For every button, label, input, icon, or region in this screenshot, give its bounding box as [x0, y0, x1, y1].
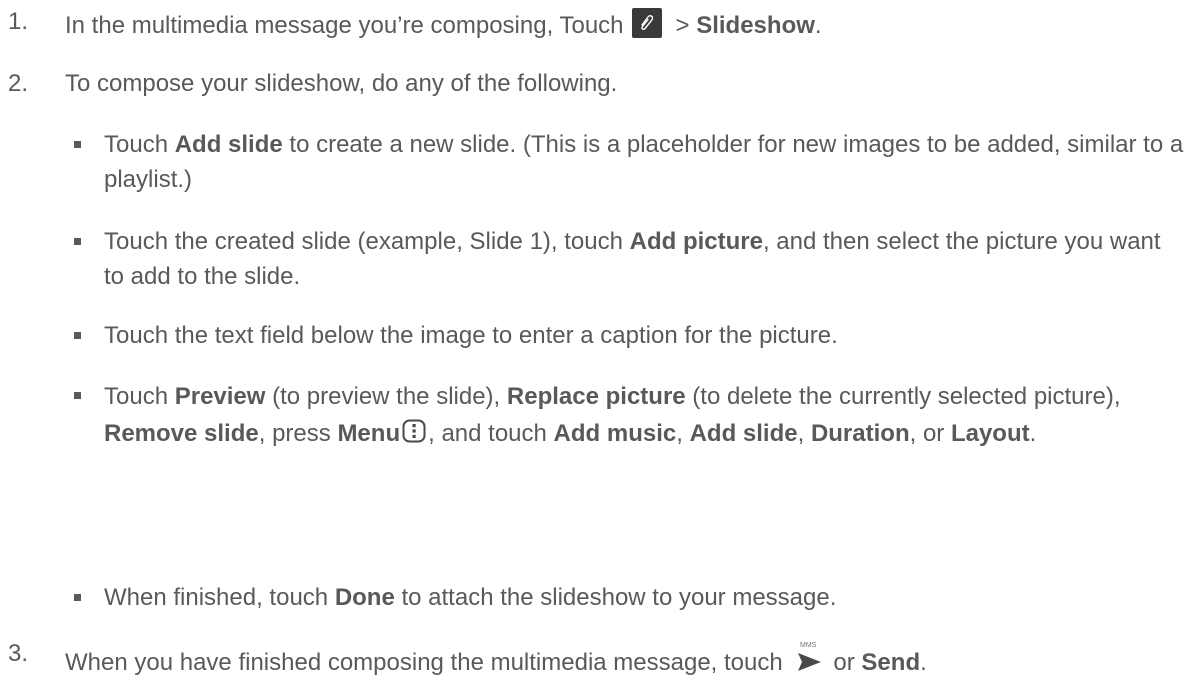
instruction-document: 1. In the multimedia message you’re comp… [0, 0, 1187, 689]
step-text: In the multimedia message you’re composi… [65, 8, 822, 40]
list-item-text: Touch Preview (to preview the slide), Re… [104, 383, 1121, 447]
step-text: To compose your slideshow, do any of the… [65, 70, 618, 97]
list-item-text: Touch the text field below the image to … [104, 322, 838, 349]
send-mms-icon: MMS [791, 640, 825, 676]
bullet-marker [74, 332, 81, 339]
list-item-text: Touch the created slide (example, Slide … [104, 228, 1161, 290]
send-icon-label: MMS [800, 642, 817, 649]
step-number: 2. [8, 70, 29, 97]
bullet-marker [74, 141, 81, 148]
bullet-marker [74, 238, 81, 245]
bullet-marker [74, 392, 81, 399]
step-number: 3. [8, 640, 29, 667]
step-text: When you have finished composing the mul… [65, 640, 927, 676]
bullet-marker [74, 594, 81, 601]
menu-key-icon [402, 417, 426, 443]
list-item-text: Touch Add slide to create a new slide. (… [104, 131, 1184, 193]
list-item-text: When finished, touch Done to attach the … [104, 584, 837, 611]
step-number: 1. [8, 8, 29, 35]
paperclip-icon [631, 8, 662, 38]
